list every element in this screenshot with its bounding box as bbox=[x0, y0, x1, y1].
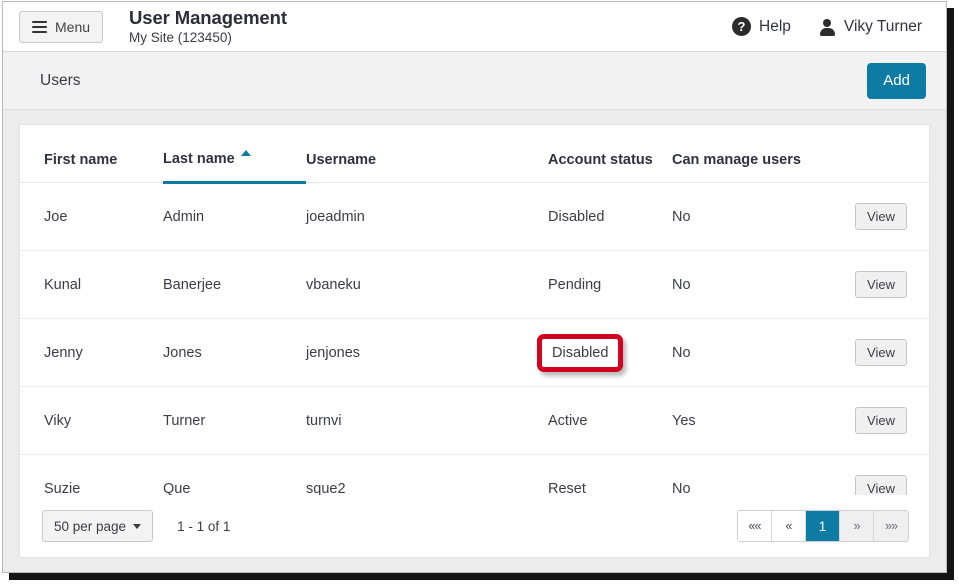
view-button[interactable]: View bbox=[855, 339, 907, 366]
cell-first-name: Viky bbox=[20, 386, 163, 455]
column-header-last-name[interactable]: Last name bbox=[163, 125, 306, 184]
cell-account-status-label: Disabled bbox=[552, 344, 609, 361]
cell-first-name: Kunal bbox=[20, 250, 163, 319]
table-row: Kunal Banerjee vbaneku Pending No View bbox=[20, 250, 929, 319]
cell-account-status: Pending bbox=[548, 250, 672, 319]
cell-can-manage-users: No bbox=[672, 182, 832, 251]
chevron-down-icon bbox=[133, 523, 142, 529]
cell-actions: View bbox=[832, 318, 929, 387]
cell-can-manage-users: No bbox=[672, 318, 832, 387]
cell-username: jenjones bbox=[306, 318, 548, 387]
help-icon: ? bbox=[732, 17, 751, 36]
table-row: Jenny Jones jenjones Disabled No View bbox=[20, 318, 929, 387]
users-table-body: Joe Admin joeadmin Disabled No View Kuna… bbox=[20, 182, 929, 523]
pagination: «« « 1 » »» bbox=[737, 510, 909, 542]
per-page-label: 50 per page bbox=[54, 518, 127, 534]
cell-username: joeadmin bbox=[306, 182, 548, 251]
column-header-first-name[interactable]: First name bbox=[20, 125, 163, 183]
cell-account-status: Disabled bbox=[537, 318, 672, 387]
top-bar: Menu User Management My Site (123450) ? … bbox=[3, 2, 946, 52]
column-header-last-name-label: Last name bbox=[163, 151, 235, 167]
cell-account-status: Disabled bbox=[548, 182, 672, 251]
cell-first-name: Jenny bbox=[20, 318, 163, 387]
page-subtitle: My Site (123450) bbox=[129, 29, 232, 45]
cell-last-name: Banerjee bbox=[163, 250, 306, 319]
per-page-selector[interactable]: 50 per page bbox=[42, 510, 154, 542]
page-title: User Management bbox=[129, 7, 287, 29]
add-button[interactable]: Add bbox=[867, 62, 926, 99]
view-button[interactable]: View bbox=[855, 203, 907, 230]
cell-actions: View bbox=[832, 250, 929, 319]
cell-first-name: Joe bbox=[20, 182, 163, 251]
pagination-last[interactable]: »» bbox=[874, 511, 908, 541]
cell-account-status: Active bbox=[548, 386, 672, 455]
status-highlight-annotation: Disabled bbox=[537, 333, 624, 372]
users-table: First name Last name Username Account st… bbox=[20, 125, 929, 523]
cell-username: vbaneku bbox=[306, 250, 548, 319]
section-title: Users bbox=[40, 71, 81, 89]
result-range-label: 1 - 1 of 1 bbox=[177, 518, 231, 534]
column-header-actions bbox=[832, 125, 929, 183]
sub-header: Users Add bbox=[3, 52, 946, 110]
cell-username: turnvi bbox=[306, 386, 548, 455]
pagination-previous[interactable]: « bbox=[772, 511, 806, 541]
top-bar-actions: ? Help Viky Turner bbox=[732, 17, 932, 36]
help-label: Help bbox=[759, 17, 791, 35]
screenshot-root: Menu User Management My Site (123450) ? … bbox=[0, 0, 959, 586]
table-row: Viky Turner turnvi Active Yes View bbox=[20, 386, 929, 455]
table-row: Joe Admin joeadmin Disabled No View bbox=[20, 182, 929, 251]
user-name-label: Viky Turner bbox=[843, 17, 922, 35]
table-header-row: First name Last name Username Account st… bbox=[20, 125, 929, 184]
column-header-account-status[interactable]: Account status bbox=[548, 125, 672, 183]
user-icon bbox=[819, 18, 836, 36]
column-header-can-manage-users[interactable]: Can manage users bbox=[672, 125, 832, 183]
column-header-username[interactable]: Username bbox=[306, 125, 548, 183]
browser-window: Menu User Management My Site (123450) ? … bbox=[2, 1, 947, 573]
view-button[interactable]: View bbox=[855, 271, 907, 298]
pagination-first[interactable]: «« bbox=[738, 511, 772, 541]
cell-actions: View bbox=[832, 386, 929, 455]
title-block: User Management My Site (123450) bbox=[129, 7, 287, 45]
pagination-next[interactable]: » bbox=[840, 511, 874, 541]
sort-ascending-icon bbox=[240, 150, 251, 156]
hamburger-icon bbox=[32, 18, 47, 36]
pagination-page-1[interactable]: 1 bbox=[806, 511, 840, 541]
cell-last-name: Jones bbox=[163, 318, 306, 387]
view-button[interactable]: View bbox=[855, 407, 907, 434]
table-footer: 50 per page 1 - 1 of 1 «« « 1 » »» bbox=[20, 495, 929, 557]
cell-can-manage-users: Yes bbox=[672, 386, 832, 455]
cell-last-name: Admin bbox=[163, 182, 306, 251]
cell-can-manage-users: No bbox=[672, 250, 832, 319]
user-menu[interactable]: Viky Turner bbox=[819, 18, 922, 36]
menu-button[interactable]: Menu bbox=[19, 10, 104, 43]
help-link[interactable]: ? Help bbox=[732, 17, 791, 36]
menu-button-label: Menu bbox=[55, 18, 91, 35]
cell-last-name: Turner bbox=[163, 386, 306, 455]
content-area: First name Last name Username Account st… bbox=[3, 110, 946, 572]
users-card: First name Last name Username Account st… bbox=[19, 124, 930, 558]
cell-actions: View bbox=[832, 182, 929, 251]
users-table-head: First name Last name Username Account st… bbox=[20, 125, 929, 184]
